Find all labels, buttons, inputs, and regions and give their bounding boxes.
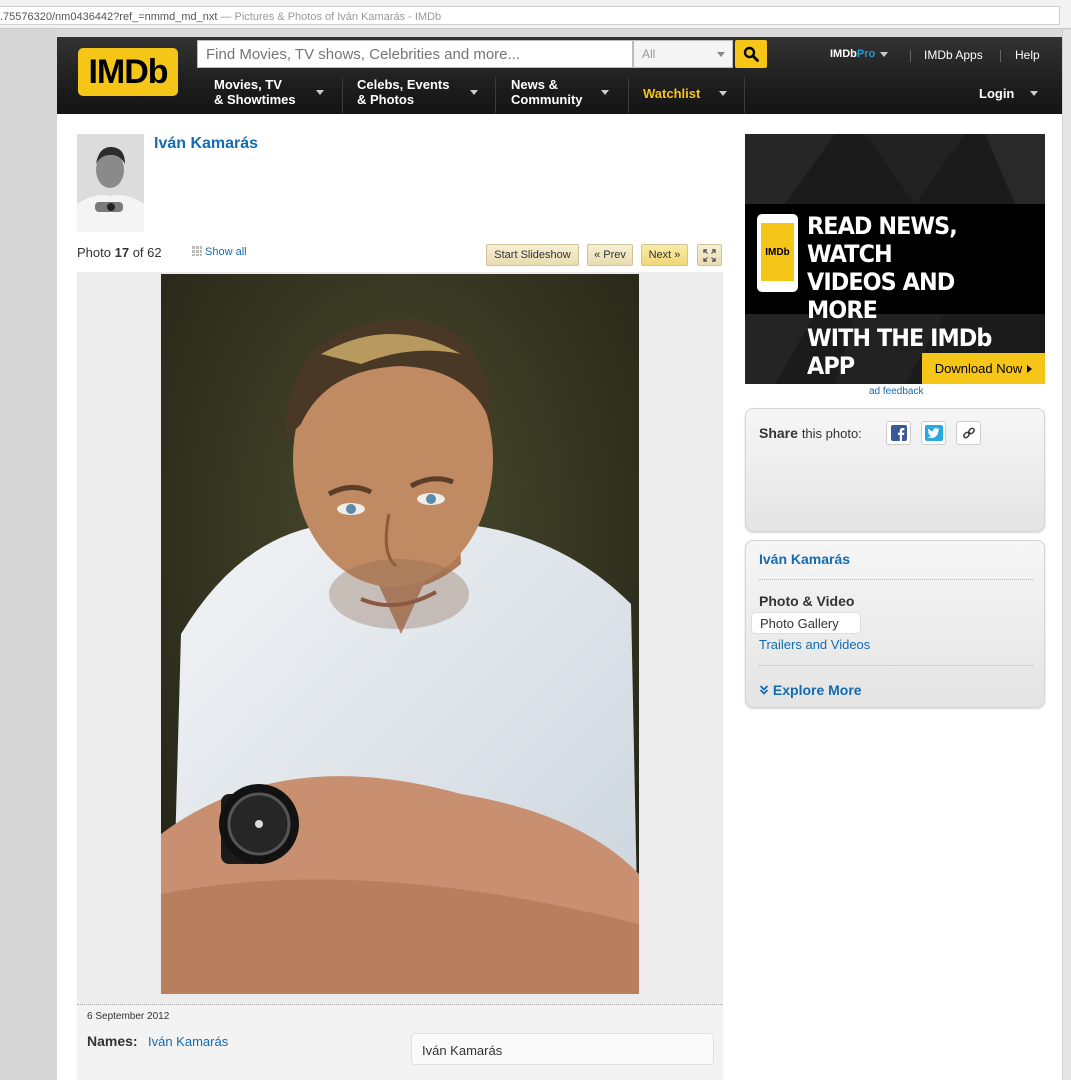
share-label: Share this photo: [759, 425, 862, 441]
imdb-apps-link[interactable]: IMDb Apps [924, 48, 983, 62]
play-arrow-icon [1027, 364, 1033, 373]
prev-button[interactable]: « Prev [587, 244, 633, 266]
nav-divider [342, 77, 343, 113]
show-all-link[interactable]: Show all [192, 246, 247, 258]
names-link[interactable]: Iván Kamarás [148, 1034, 228, 1049]
fullscreen-button[interactable] [697, 244, 722, 266]
facebook-share-button[interactable] [886, 421, 911, 445]
nav-news-community[interactable]: News & Community [511, 77, 609, 113]
nav-movies-tv[interactable]: Movies, TV & Showtimes [214, 77, 324, 113]
tab-title-text: — Pictures & Photos of Iván Kamarás - IM… [217, 11, 442, 23]
chevron-down-icon [717, 52, 725, 57]
photo-video-heading: Photo & Video [759, 593, 855, 609]
photo-caption: 6 September 2012 Names: Iván Kamarás Ivá… [77, 1004, 723, 1080]
chevron-down-icon [601, 90, 609, 95]
search-category-select[interactable]: All [633, 40, 733, 68]
main-content: Iván Kamarás Photo 17 of 62 Show all Sta… [57, 114, 1062, 1080]
site-header: IMDb All IMDbPro IMDb Apps Help Movies, … [57, 37, 1062, 114]
scrollbar[interactable] [1062, 30, 1071, 1080]
chevron-down-icon [316, 90, 324, 95]
phone-icon: IMDb [757, 214, 798, 292]
photo-total-number: 62 [147, 245, 162, 260]
twitter-share-button[interactable] [921, 421, 946, 445]
chevron-down-icon [880, 51, 889, 57]
person-thumbnail-image [77, 134, 144, 232]
search-button[interactable] [735, 40, 767, 68]
person-name-link[interactable]: Iván Kamarás [154, 135, 258, 153]
main-photo[interactable] [161, 274, 639, 994]
grid-icon [192, 246, 202, 256]
ad-banner[interactable]: IMDb READ NEWS, WATCH VIDEOS AND MORE WI… [745, 134, 1045, 384]
double-chevron-down-icon [759, 685, 769, 695]
name-tag-box: Iván Kamarás [411, 1033, 714, 1065]
search-input[interactable] [198, 41, 632, 67]
photo-date: 6 September 2012 [87, 1011, 170, 1022]
chevron-down-icon [719, 91, 727, 96]
expand-icon [703, 248, 716, 262]
page-gutter-left [0, 30, 57, 1080]
photo-counter: Photo 17 of 62 [77, 245, 162, 260]
link-icon [962, 427, 975, 439]
panel-person-link[interactable]: Iván Kamarás [759, 551, 850, 567]
address-text: .75576320/nm0436442?ref_=nmmd_md_nxt — P… [0, 11, 441, 23]
ad-feedback-link[interactable]: ad feedback [869, 386, 924, 397]
header-divider [910, 50, 911, 62]
start-slideshow-button[interactable]: Start Slideshow [486, 244, 579, 266]
photo-viewer [77, 272, 723, 1004]
portrait-photo [161, 274, 639, 994]
search-category-value: All [642, 47, 656, 61]
imdb-logo[interactable]: IMDb [78, 48, 178, 96]
divider [759, 665, 1033, 666]
trailers-videos-link[interactable]: Trailers and Videos [759, 637, 870, 652]
explore-more-link[interactable]: Explore More [759, 682, 862, 698]
next-button[interactable]: Next » [641, 244, 688, 266]
url-text: .75576320/nm0436442?ref_=nmmd_md_nxt [0, 11, 218, 23]
person-links-panel: Iván Kamarás Photo & Video Photo Gallery… [745, 540, 1045, 708]
nav-divider [495, 77, 496, 113]
browser-url-bar: .75576320/nm0436442?ref_=nmmd_md_nxt — P… [0, 0, 1071, 29]
twitter-icon [924, 425, 943, 441]
chevron-down-icon [1030, 91, 1038, 96]
nav-celebs-events[interactable]: Celebs, Events & Photos [357, 77, 478, 113]
share-panel: Share this photo: [745, 408, 1045, 532]
search-box [197, 40, 633, 68]
imdbpro-menu[interactable]: IMDbPro [830, 48, 889, 60]
divider [759, 579, 1033, 580]
help-link[interactable]: Help [1015, 48, 1040, 62]
chevron-down-icon [470, 90, 478, 95]
nav-divider [744, 77, 745, 113]
copy-link-button[interactable] [956, 421, 981, 445]
facebook-icon [890, 425, 907, 441]
download-now-button[interactable]: Download Now [922, 353, 1045, 384]
search-icon [743, 46, 759, 62]
person-thumbnail[interactable] [77, 134, 144, 232]
photo-gallery-link[interactable]: Photo Gallery [751, 612, 861, 634]
names-label: Names: [87, 1033, 138, 1049]
header-divider [1000, 50, 1001, 62]
nav-divider [628, 77, 629, 113]
photo-current-number: 17 [114, 245, 130, 260]
